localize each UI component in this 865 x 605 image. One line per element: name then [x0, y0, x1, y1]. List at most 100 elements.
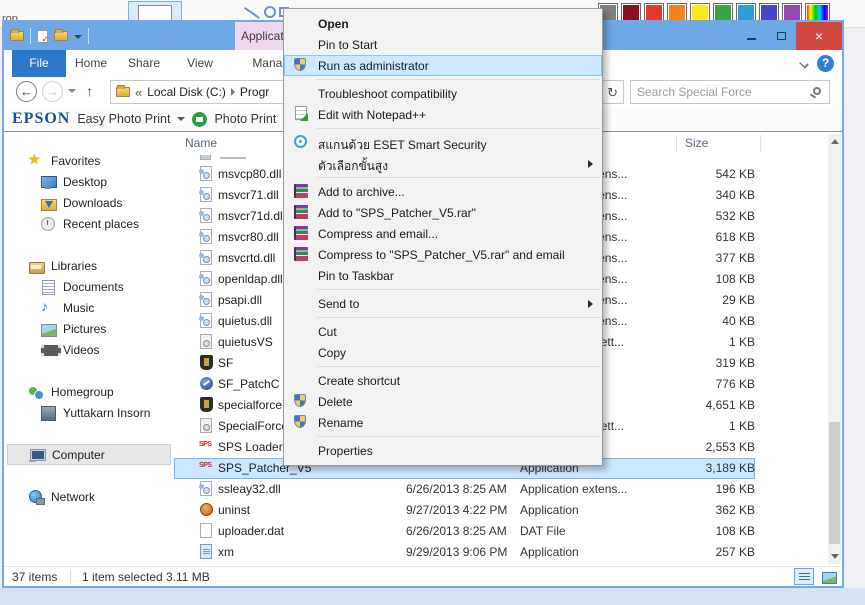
sidebar-item-label: Libraries: [51, 258, 98, 273]
sidebar-item-desktop[interactable]: Desktop: [4, 171, 174, 192]
sidebar-item-computer[interactable]: Computer: [7, 444, 171, 465]
menu-item-add-to-archive[interactable]: Add to archive...: [284, 181, 602, 202]
collapse-ribbon-chevron-icon[interactable]: [799, 59, 809, 69]
clipboard-file-icon: [200, 544, 212, 559]
file-date-modified: 9/27/2013 4:22 PM: [406, 503, 508, 517]
sidebar-item-libraries[interactable]: Libraries: [4, 255, 174, 276]
menu-item-compress-to-sps-patcher-v5-rar-and-email[interactable]: Compress to "SPS_Patcher_V5.rar" and ema…: [284, 244, 602, 265]
menu-item-open[interactable]: Open: [284, 13, 602, 34]
file-name: uninst: [218, 503, 251, 517]
menu-item-pin-to-taskbar[interactable]: Pin to Taskbar: [284, 265, 602, 286]
folder-icon[interactable]: [10, 29, 24, 41]
minimize-button[interactable]: [736, 22, 766, 50]
sidebar-item-label: Downloads: [63, 195, 123, 210]
menu-item-item[interactable]: ตัวเลือกขั้นสูง: [284, 153, 602, 174]
file-size: 542 KB: [715, 167, 755, 181]
breadcrumb-disk[interactable]: Local Disk (C:): [147, 85, 226, 99]
search-icon[interactable]: [813, 87, 821, 95]
large-icons-view-button[interactable]: [818, 568, 838, 585]
tab-share[interactable]: Share: [116, 50, 172, 77]
search-input[interactable]: [637, 83, 802, 101]
search-box[interactable]: [630, 80, 830, 104]
menu-item-run-as-administrator[interactable]: Run as administrator: [284, 55, 602, 76]
sidebar-item-yuttakarn-insorn[interactable]: Yuttakarn Insorn: [4, 402, 174, 423]
maximize-button[interactable]: [766, 22, 796, 50]
recent-locations-chevron-icon[interactable]: [68, 89, 76, 93]
menu-item-delete[interactable]: Delete: [284, 391, 602, 412]
epson-toolbar-label[interactable]: Easy Photo Print: [77, 112, 170, 126]
sidebar-item-label: Pictures: [63, 321, 107, 336]
file-name: specialforce: [218, 398, 283, 412]
file-name: uploader.dat: [218, 524, 285, 538]
file-size: 1 KB: [728, 335, 755, 349]
customize-qat-chevron-icon[interactable]: [74, 35, 82, 39]
sidebar-item-music[interactable]: Music: [4, 297, 174, 318]
menu-item-label: Properties: [318, 444, 373, 458]
menu-item-send-to[interactable]: Send to: [284, 293, 602, 314]
file-row-uninst[interactable]: uninst 9/27/2013 4:22 PM Application 362 KB: [174, 500, 830, 521]
menu-item-label: Run as administrator: [318, 59, 429, 73]
tab-file[interactable]: File: [12, 50, 66, 77]
uac-shield-icon: [294, 394, 306, 407]
menu-item-label: Edit with Notepad++: [318, 108, 427, 122]
back-button[interactable]: ←: [16, 81, 37, 102]
line-tool-icon[interactable]: [244, 7, 260, 19]
sidebar-item-downloads[interactable]: Downloads: [4, 192, 174, 213]
sidebar-item-documents[interactable]: Documents: [4, 276, 174, 297]
tab-view[interactable]: View: [172, 50, 228, 77]
dll-file-icon: [200, 229, 212, 244]
scroll-up-arrow-icon[interactable]: [831, 139, 839, 144]
menu-item-add-to-sps-patcher-v5-rar[interactable]: Add to "SPS_Patcher_V5.rar": [284, 202, 602, 223]
details-view-button[interactable]: [794, 568, 814, 585]
tab-home[interactable]: Home: [66, 50, 116, 77]
forward-button[interactable]: →: [42, 81, 63, 102]
file-row-xm[interactable]: xm 9/29/2013 9:06 PM Application 257 KB: [174, 542, 830, 563]
chevron-right-icon[interactable]: [230, 88, 235, 96]
file-date-modified: 6/26/2013 8:25 AM: [406, 482, 507, 496]
sidebar-item-favorites[interactable]: Favorites: [4, 150, 174, 171]
winrar-icon: [294, 205, 308, 219]
new-folder-icon[interactable]: [54, 29, 68, 41]
file-size: 2,553 KB: [705, 440, 755, 454]
item-count: 37 items: [12, 570, 58, 584]
vertical-scrollbar[interactable]: [828, 134, 841, 564]
column-divider[interactable]: [676, 135, 677, 152]
sidebar-item-network[interactable]: Network: [4, 486, 174, 507]
notepadpp-icon: [295, 106, 308, 121]
up-button[interactable]: ↑: [86, 83, 93, 99]
epson-dropdown-chevron-icon[interactable]: [177, 117, 186, 121]
menu-item-edit-with-notepad[interactable]: Edit with Notepad++: [284, 104, 602, 125]
scroll-down-arrow-icon[interactable]: [831, 554, 839, 559]
file-row-uploader-dat[interactable]: uploader.dat 6/26/2013 8:25 AM DAT File 108…: [174, 521, 830, 542]
menu-item-rename[interactable]: Rename: [284, 412, 602, 433]
uac-shield-icon: [294, 415, 306, 428]
refresh-icon[interactable]: ↻: [607, 85, 618, 101]
help-button[interactable]: ?: [817, 55, 834, 72]
column-header-size[interactable]: Size: [685, 136, 708, 150]
menu-item-compress-and-email[interactable]: Compress and email...: [284, 223, 602, 244]
menu-item-cut[interactable]: Cut: [284, 321, 602, 342]
sidebar-item-pictures[interactable]: Pictures: [4, 318, 174, 339]
scrollbar-thumb[interactable]: [829, 422, 840, 544]
sf-crest-icon: [200, 355, 213, 370]
breadcrumb-folder[interactable]: Progr: [240, 85, 269, 99]
sidebar-item-homegroup[interactable]: Homegroup: [4, 381, 174, 402]
file-row-ssleay32-dll[interactable]: ssleay32.dll 6/26/2013 8:25 AM Application…: [174, 479, 830, 500]
dll-file-icon: [200, 250, 212, 265]
menu-item-create-shortcut[interactable]: Create shortcut: [284, 370, 602, 391]
menu-item-troubleshoot-compatibility[interactable]: Troubleshoot compatibility: [284, 83, 602, 104]
chevron-left-icon[interactable]: «: [135, 85, 142, 100]
photo-print-button[interactable]: Photo Print: [214, 112, 276, 126]
close-button[interactable]: ×: [796, 22, 842, 50]
column-divider[interactable]: [760, 135, 761, 152]
sidebar-item-videos[interactable]: Videos: [4, 339, 174, 360]
menu-item-properties[interactable]: Properties: [284, 440, 602, 461]
properties-icon[interactable]: [37, 29, 49, 45]
ellipse-tool-icon[interactable]: [264, 6, 276, 18]
menu-item-pin-to-start[interactable]: Pin to Start: [284, 34, 602, 55]
column-header-name[interactable]: Name: [185, 136, 217, 150]
sidebar-item-label: Homegroup: [51, 384, 114, 399]
menu-item-copy[interactable]: Copy: [284, 342, 602, 363]
sidebar-item-recent-places[interactable]: Recent places: [4, 213, 174, 234]
menu-item-eset-smart-security[interactable]: สแกนด้วย ESET Smart Security: [284, 132, 602, 153]
